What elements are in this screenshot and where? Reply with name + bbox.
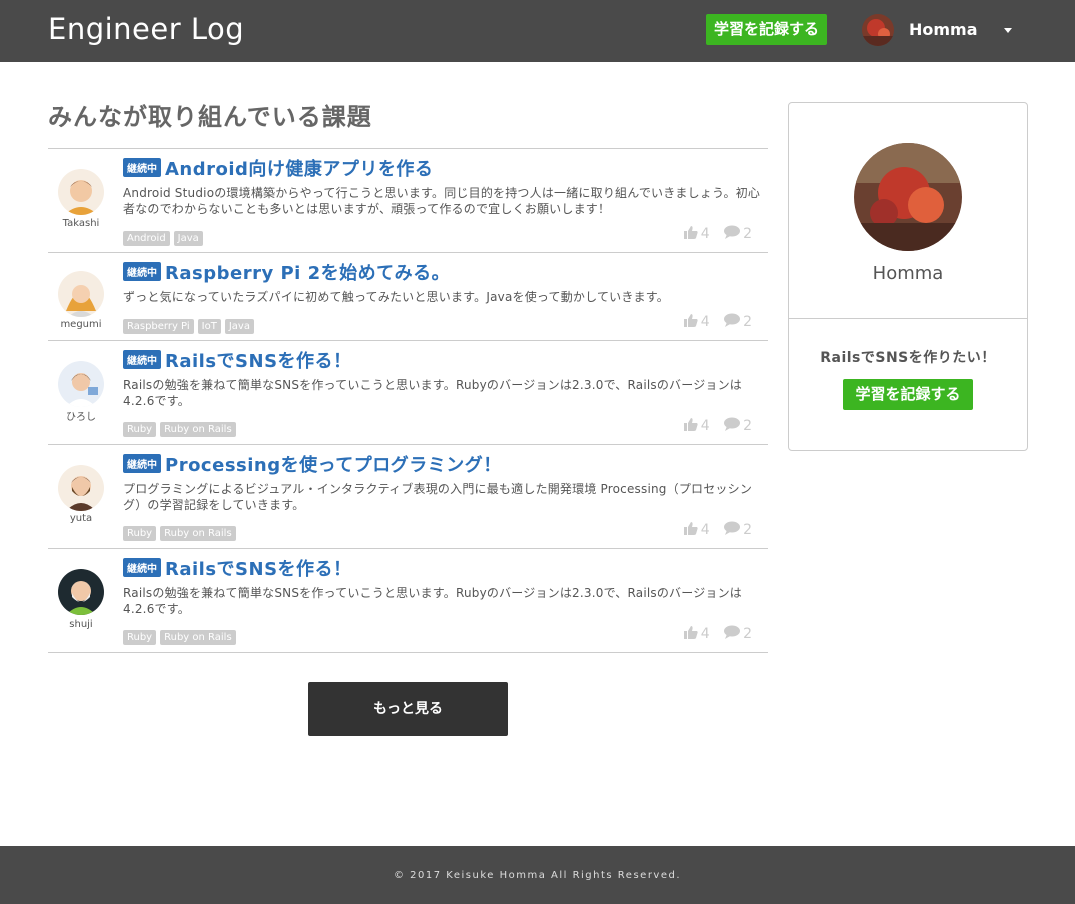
profile-goal: RailsでSNSを作りたい！ bbox=[820, 350, 996, 366]
like-count: 4 bbox=[700, 626, 710, 642]
avatar[interactable] bbox=[58, 361, 104, 407]
tag[interactable]: Java bbox=[173, 231, 203, 246]
record-study-button[interactable]: 学習を記録する bbox=[843, 379, 973, 410]
user-menu-name[interactable]: Homma bbox=[909, 20, 978, 39]
list-item: megumi 継続中 Raspberry Pi 2を始めてみる。 ずっと気になって… bbox=[48, 253, 768, 341]
tag-list: Ruby Ruby on Rails bbox=[123, 625, 240, 645]
status-badge: 継続中 bbox=[123, 454, 161, 473]
user-name: yuta bbox=[69, 513, 93, 524]
thumbs-up-icon[interactable] bbox=[683, 625, 698, 643]
item-description: Railsの勉強を兼ねて簡単なSNSを作っていこうと思います。Rubyのバージョ… bbox=[123, 586, 743, 616]
like-count: 4 bbox=[700, 418, 710, 434]
thumbs-up-icon[interactable] bbox=[683, 521, 698, 539]
tag[interactable]: Ruby on Rails bbox=[160, 630, 236, 645]
profile-avatar[interactable] bbox=[854, 143, 962, 251]
item-title[interactable]: RailsでSNSを作る！ bbox=[165, 347, 352, 373]
avatar[interactable] bbox=[58, 169, 104, 215]
status-badge: 継続中 bbox=[123, 262, 161, 281]
tag-list: Ruby Ruby on Rails bbox=[123, 521, 240, 541]
comment-count: 2 bbox=[743, 314, 752, 330]
user-name: ひろし bbox=[66, 412, 96, 423]
caret-down-icon[interactable] bbox=[1004, 28, 1012, 33]
tag-list: Android Java bbox=[123, 226, 207, 246]
user-name: shuji bbox=[69, 619, 93, 630]
list-item: yuta 継続中 Processingを使ってプログラミング！ プログラミングによ… bbox=[48, 445, 768, 549]
status-badge: 継続中 bbox=[123, 350, 161, 369]
item-body: 継続中 RailsでSNSを作る！ Railsの勉強を兼ねて簡単なSNSを作ってい… bbox=[123, 555, 768, 617]
comment-icon[interactable] bbox=[724, 313, 741, 331]
status-badge: 継続中 bbox=[123, 558, 161, 577]
item-description: プログラミングによるビジュアル・インタラクティブ表現の入門に最も適した開発環境 … bbox=[123, 482, 753, 512]
status-badge: 継続中 bbox=[123, 158, 161, 177]
comment-icon[interactable] bbox=[724, 417, 741, 435]
item-title[interactable]: RailsでSNSを作る！ bbox=[165, 555, 352, 581]
item-body: 継続中 RailsでSNSを作る！ Railsの勉強を兼ねて簡単なSNSを作ってい… bbox=[123, 347, 768, 409]
divider bbox=[789, 318, 1027, 319]
tag[interactable]: Java bbox=[224, 319, 254, 334]
load-more-button[interactable]: もっと見る bbox=[308, 682, 508, 736]
avatar[interactable] bbox=[58, 465, 104, 511]
item-title[interactable]: Raspberry Pi 2を始めてみる。 bbox=[165, 259, 450, 285]
list-item: Takashi 継続中 Android向け健康アプリを作る Android Stu… bbox=[48, 149, 768, 253]
item-stats: 4 2 bbox=[683, 313, 752, 331]
user-name: megumi bbox=[60, 319, 102, 330]
avatar[interactable] bbox=[58, 569, 104, 615]
page-title: みんなが取り組んでいる課題 bbox=[48, 103, 372, 131]
like-count: 4 bbox=[700, 226, 710, 242]
thumbs-up-icon[interactable] bbox=[683, 313, 698, 331]
challenge-list: Takashi 継続中 Android向け健康アプリを作る Android Stu… bbox=[48, 148, 768, 653]
tag[interactable]: Ruby bbox=[123, 526, 157, 541]
item-stats: 4 2 bbox=[683, 625, 752, 643]
item-description: Android Studioの環境構築からやって行こうと思います。同じ目的を持つ… bbox=[123, 186, 761, 216]
item-description: ずっと気になっていたラズパイに初めて触ってみたいと思います。Javaを使って動か… bbox=[123, 290, 669, 304]
footer: © 2017 Keisuke Homma All Rights Reserved… bbox=[0, 846, 1075, 904]
item-description: Railsの勉強を兼ねて簡単なSNSを作っていこうと思います。Rubyのバージョ… bbox=[123, 378, 743, 408]
comment-count: 2 bbox=[743, 522, 752, 538]
comment-icon[interactable] bbox=[724, 625, 741, 643]
record-study-button[interactable]: 学習を記録する bbox=[706, 14, 828, 45]
tag[interactable]: Ruby on Rails bbox=[160, 422, 236, 437]
comment-count: 2 bbox=[743, 418, 752, 434]
item-stats: 4 2 bbox=[683, 521, 752, 539]
tag[interactable]: Raspberry Pi bbox=[123, 319, 194, 334]
item-title[interactable]: Android向け健康アプリを作る bbox=[165, 155, 433, 181]
list-item: shuji 継続中 RailsでSNSを作る！ Railsの勉強を兼ねて簡単なSN… bbox=[48, 549, 768, 653]
user-avatar[interactable] bbox=[862, 14, 894, 46]
list-item: ひろし 継続中 RailsでSNSを作る！ Railsの勉強を兼ねて簡単なSNSを… bbox=[48, 341, 768, 445]
comment-count: 2 bbox=[743, 226, 752, 242]
thumbs-up-icon[interactable] bbox=[683, 225, 698, 243]
item-stats: 4 2 bbox=[683, 417, 752, 435]
item-body: 継続中 Raspberry Pi 2を始めてみる。 ずっと気になっていたラズパイに… bbox=[123, 259, 768, 305]
item-stats: 4 2 bbox=[683, 225, 752, 243]
site-logo[interactable]: Engineer Log bbox=[48, 12, 244, 46]
like-count: 4 bbox=[700, 522, 710, 538]
profile-name: Homma bbox=[872, 263, 944, 284]
tag-list: Ruby Ruby on Rails bbox=[123, 417, 240, 437]
profile-card: Homma RailsでSNSを作りたい！ 学習を記録する bbox=[788, 102, 1028, 451]
tag[interactable]: Android bbox=[123, 231, 170, 246]
like-count: 4 bbox=[700, 314, 710, 330]
copyright: © 2017 Keisuke Homma All Rights Reserved… bbox=[393, 870, 682, 881]
user-name: Takashi bbox=[62, 218, 100, 229]
tag[interactable]: Ruby on Rails bbox=[160, 526, 236, 541]
tag-list: Raspberry Pi IoT Java bbox=[123, 314, 258, 334]
tag[interactable]: Ruby bbox=[123, 630, 157, 645]
item-body: 継続中 Android向け健康アプリを作る Android Studioの環境構築… bbox=[123, 155, 768, 217]
tag[interactable]: Ruby bbox=[123, 422, 157, 437]
tag[interactable]: IoT bbox=[197, 319, 221, 334]
comment-count: 2 bbox=[743, 626, 752, 642]
top-nav: Engineer Log 学習を記録する Homma bbox=[0, 0, 1075, 62]
comment-icon[interactable] bbox=[724, 225, 741, 243]
item-body: 継続中 Processingを使ってプログラミング！ プログラミングによるビジュア… bbox=[123, 451, 768, 513]
thumbs-up-icon[interactable] bbox=[683, 417, 698, 435]
item-title[interactable]: Processingを使ってプログラミング！ bbox=[165, 451, 502, 477]
avatar[interactable] bbox=[58, 271, 104, 317]
comment-icon[interactable] bbox=[724, 521, 741, 539]
